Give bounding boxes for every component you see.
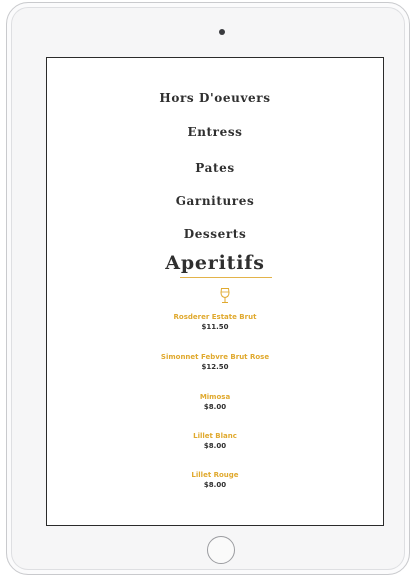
- menu-item-name[interactable]: Lillet Blanc: [47, 432, 383, 440]
- tablet-frame: Hors D'oeuvers Entress Pates Garnitures …: [6, 2, 410, 575]
- home-button[interactable]: [207, 536, 235, 564]
- menu-item-name[interactable]: Rosderer Estate Brut: [47, 313, 383, 321]
- menu-item-price: $12.50: [201, 363, 229, 371]
- front-camera: [219, 29, 225, 35]
- category-aperitifs[interactable]: Aperitifs: [47, 252, 383, 274]
- category-pates[interactable]: Pates: [47, 161, 383, 175]
- menu-item-price: $11.50: [201, 323, 229, 331]
- menu-item-price: $8.00: [203, 442, 227, 450]
- category-garnitures[interactable]: Garnitures: [47, 194, 383, 208]
- active-category-underline: [180, 277, 272, 278]
- menu-item-name[interactable]: Simonnet Febvre Brut Rose: [47, 353, 383, 361]
- menu-item-name[interactable]: Lillet Rouge: [47, 471, 383, 479]
- champagne-glass-icon: [220, 288, 230, 303]
- category-entress[interactable]: Entress: [47, 125, 383, 139]
- category-hors-doeuvers[interactable]: Hors D'oeuvers: [47, 91, 383, 105]
- menu-item-name[interactable]: Mimosa: [47, 393, 383, 401]
- menu-item-price: $8.00: [203, 481, 227, 489]
- menu-screen: Hors D'oeuvers Entress Pates Garnitures …: [46, 57, 384, 526]
- menu-item-price: $8.00: [203, 403, 227, 411]
- category-desserts[interactable]: Desserts: [47, 227, 383, 241]
